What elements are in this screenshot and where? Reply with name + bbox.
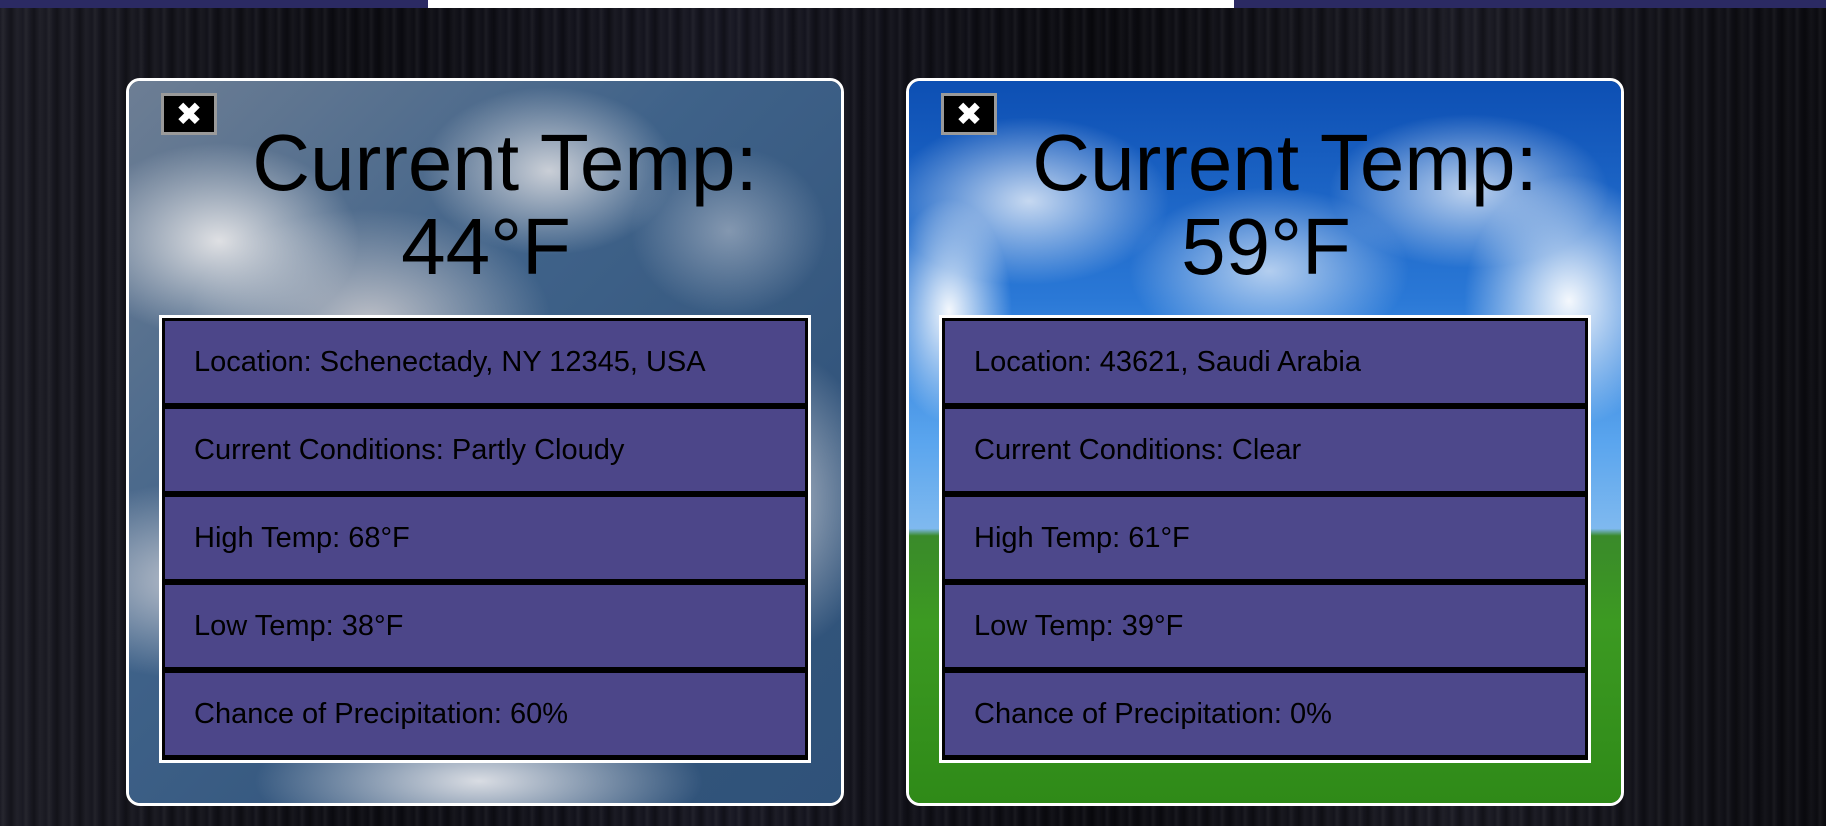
high-temp-row: High Temp: 61°F: [945, 497, 1585, 579]
top-bar-left: [0, 0, 428, 8]
top-bar-right: [1234, 0, 1826, 8]
current-temp-value: 59°F: [1181, 202, 1351, 291]
current-temp-heading: Current Temp: 44°F: [129, 121, 841, 289]
precipitation-row: Chance of Precipitation: 0%: [945, 673, 1585, 755]
low-temp-row: Low Temp: 38°F: [165, 585, 805, 667]
top-bar-center: [428, 0, 1234, 8]
weather-details-panel: Location: 43621, Saudi Arabia Current Co…: [939, 315, 1591, 763]
location-row: Location: Schenectady, NY 12345, USA: [165, 321, 805, 403]
current-temp-label: Current Temp:: [252, 118, 758, 207]
conditions-row: Current Conditions: Partly Cloudy: [165, 409, 805, 491]
conditions-row: Current Conditions: Clear: [945, 409, 1585, 491]
weather-details-panel: Location: Schenectady, NY 12345, USA Cur…: [159, 315, 811, 763]
top-bar: [0, 0, 1826, 8]
weather-card: ✖ Current Temp: 59°F Location: 43621, Sa…: [906, 78, 1624, 806]
location-row: Location: 43621, Saudi Arabia: [945, 321, 1585, 403]
precipitation-row: Chance of Precipitation: 60%: [165, 673, 805, 755]
low-temp-row: Low Temp: 39°F: [945, 585, 1585, 667]
current-temp-heading: Current Temp: 59°F: [909, 121, 1621, 289]
high-temp-row: High Temp: 68°F: [165, 497, 805, 579]
weather-card: ✖ Current Temp: 44°F Location: Schenecta…: [126, 78, 844, 806]
current-temp-value: 44°F: [401, 202, 571, 291]
current-temp-label: Current Temp:: [1032, 118, 1538, 207]
